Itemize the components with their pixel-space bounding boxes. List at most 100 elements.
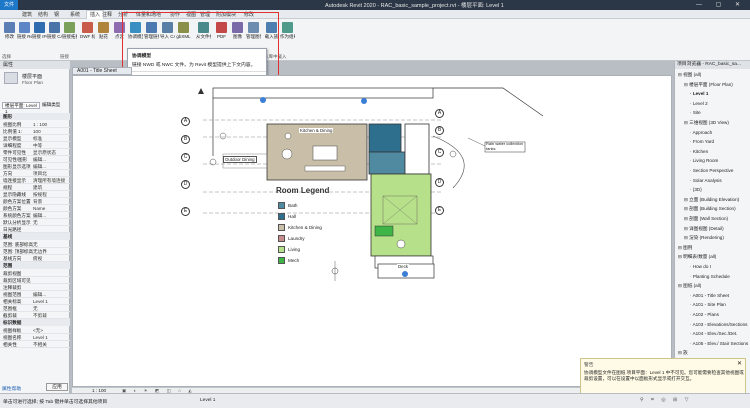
property-row[interactable]: 视图范围 编辑... [0, 291, 70, 298]
property-value[interactable]: 背景 [33, 198, 68, 205]
property-row[interactable]: 范围框 无 [0, 305, 70, 312]
browser-item[interactable]: · Solar Analysis [690, 178, 722, 184]
link-cad-button[interactable]: 链接 CAD [47, 22, 62, 39]
property-row[interactable]: 墙连接显示 清理所有墙连接 [0, 177, 70, 184]
property-row[interactable]: 显示隐藏线 按规程 [0, 191, 70, 198]
browser-item[interactable]: · How do I [690, 264, 711, 270]
property-value[interactable]: 编辑... [33, 212, 68, 219]
property-row[interactable]: 默认分析显示无 [0, 219, 70, 226]
browser-item[interactable]: ⊟ 楼层平面 (Floor Plan) [684, 82, 733, 88]
browser-item[interactable]: ⊟ 三维视图 (3D View) [684, 120, 729, 126]
browser-item[interactable]: ⊟ 剖面 (Building Section) [684, 206, 736, 212]
browser-item[interactable]: ⊟ 视图 (all) [678, 72, 701, 78]
property-value[interactable]: Level 1 [33, 334, 68, 341]
browser-item[interactable]: ⊟ 族 [678, 350, 688, 356]
property-value[interactable]: 1 : 100 [33, 121, 68, 128]
property-value[interactable]: 不相关 [33, 341, 68, 348]
file-menu-button[interactable]: 文件 [0, 0, 18, 10]
grid-bubble[interactable]: B [435, 126, 444, 135]
browser-item[interactable]: · Site [690, 110, 701, 116]
property-value[interactable]: 编辑... [33, 163, 68, 170]
property-value[interactable]: 按规程 [33, 191, 68, 198]
property-row[interactable]: 裁剪区域可见 [0, 277, 70, 284]
grid-bubble[interactable]: C [435, 148, 444, 157]
property-value[interactable]: Name [33, 205, 68, 212]
link-ifc-button[interactable]: 链接 IFC [32, 22, 47, 39]
browser-item[interactable]: ⊟ 立面 (Building Elevation) [684, 197, 739, 203]
property-row[interactable]: 范围: 底部标高无 [0, 241, 70, 248]
property-row[interactable]: 视图比例 1 : 100 [0, 121, 70, 128]
browser-item[interactable]: ⊟ 详图视图 (Detail) [684, 226, 724, 232]
browser-item[interactable]: · A101 - Site Plan [690, 302, 726, 308]
grid-bubble[interactable]: A [435, 109, 444, 118]
property-value[interactable]: 项目北 [33, 170, 68, 177]
property-category[interactable]: 标识数据 [0, 319, 70, 326]
dwf-markup-button[interactable]: DWF 标记 [80, 22, 95, 39]
ribbon-tab-0[interactable]: 建筑 [22, 11, 32, 18]
property-value[interactable]: 建筑 [33, 184, 68, 191]
property-value[interactable]: 不剪裁 [33, 312, 68, 319]
browser-item[interactable]: · Kitchen [690, 149, 708, 155]
browser-item[interactable]: · A102 - Plans [690, 312, 719, 318]
edit-type-button[interactable]: 编辑类型 [42, 102, 68, 109]
property-value[interactable]: 无 [33, 219, 68, 226]
browser-item[interactable]: ⊟ 明细表/数量 (all) [678, 254, 716, 260]
browser-item[interactable]: · Level 1 [690, 91, 708, 97]
browser-item[interactable]: · Living Room [690, 158, 718, 164]
browser-item[interactable]: ⊟ 渲染 (Rendering) [684, 235, 724, 241]
browser-item[interactable]: · A103 - Elevations/Sections [690, 322, 747, 328]
grid-bubble[interactable]: E [435, 206, 444, 215]
property-value[interactable]: <无> [33, 327, 68, 334]
property-value[interactable]: 无边界 [33, 248, 68, 255]
property-row[interactable]: 范围: 顶部标高 无边界 [0, 248, 70, 255]
drawing-canvas[interactable]: AABBCCDDEE Outdoor Dining Kitchen & Dini… [72, 75, 672, 387]
property-row[interactable]: 视图名称 Level 1 [0, 334, 70, 341]
property-category[interactable]: 图形 [0, 113, 70, 120]
grid-bubble[interactable]: C [181, 153, 190, 162]
grid-bubble[interactable]: D [435, 178, 444, 187]
browser-item[interactable]: ⊟ 图纸 (all) [678, 283, 701, 289]
property-row[interactable]: 视图样板 <无> [0, 327, 70, 334]
room-tag-deck[interactable]: Deck [397, 264, 410, 269]
ribbon-tab-1[interactable]: 结构 [38, 11, 48, 18]
ribbon-tab-5[interactable]: 注释 [102, 11, 112, 18]
room-tag-kitchen[interactable]: Kitchen & Dining [299, 128, 334, 133]
property-row[interactable]: 相关性 不相关 [0, 341, 70, 348]
grid-bubble[interactable]: D [181, 180, 190, 189]
view-tab-title-sheet[interactable]: A001 - Title Sheet [72, 67, 132, 75]
property-row[interactable]: 方向 项目北 [0, 170, 70, 177]
decal-button[interactable]: 贴花 [96, 22, 111, 39]
grid-bubble[interactable]: B [181, 135, 190, 144]
property-row[interactable]: 可见性/图形 编辑... [0, 156, 70, 163]
browser-item[interactable]: · Planting Schedule [690, 274, 730, 280]
annotation-rainwater[interactable]: Rain water collection tanks [486, 141, 526, 151]
property-row[interactable]: 基线方向 俯视 [0, 255, 70, 262]
property-row[interactable]: 详细程度 中等 [0, 142, 70, 149]
apply-button[interactable]: 应用 [46, 383, 68, 391]
property-row[interactable]: 相关标高 Level 1 [0, 298, 70, 305]
property-value[interactable]: 无 [33, 305, 68, 312]
browser-item[interactable]: · Section Perspective [690, 168, 733, 174]
browser-item[interactable]: · From Yard [690, 139, 714, 145]
browser-item[interactable]: · A001 - Title Sheet [690, 293, 729, 299]
property-row[interactable]: 显示模型 标准 [0, 135, 70, 142]
status-icons[interactable]: ⚲ ⌗ ◎ ⊞ ▽ [640, 397, 691, 403]
close-icon[interactable]: ✕ [737, 360, 742, 367]
link-topography-button[interactable]: 链接拓扑 [62, 22, 77, 39]
property-row[interactable]: 比例值 1: 100 [0, 128, 70, 135]
property-category[interactable]: 范围 [0, 262, 70, 269]
browser-item[interactable]: ⊟ 剖面 (Wall Section) [684, 216, 728, 222]
browser-item[interactable]: · {3D} [690, 187, 702, 193]
link-revit-button[interactable]: 链接 Revit [17, 22, 32, 39]
property-row[interactable]: 系统颜色方案 编辑... [0, 212, 70, 219]
load-as-group-button[interactable]: 作为组载入 [280, 22, 295, 39]
status-view[interactable]: Level 1 [200, 398, 215, 403]
property-value[interactable]: 标准 [33, 135, 68, 142]
view-type-selector[interactable]: 楼层平面: Level 1 [2, 102, 40, 114]
property-row[interactable]: 规程 建筑 [0, 184, 70, 191]
property-row[interactable]: 颜色方案位置 背景 [0, 198, 70, 205]
property-value[interactable]: 编辑... [33, 156, 68, 163]
property-row[interactable]: 零件可见性 显示原状态 [0, 149, 70, 156]
ribbon-tab-3[interactable]: 系统 [70, 11, 80, 18]
property-value[interactable]: 中等 [33, 142, 68, 149]
